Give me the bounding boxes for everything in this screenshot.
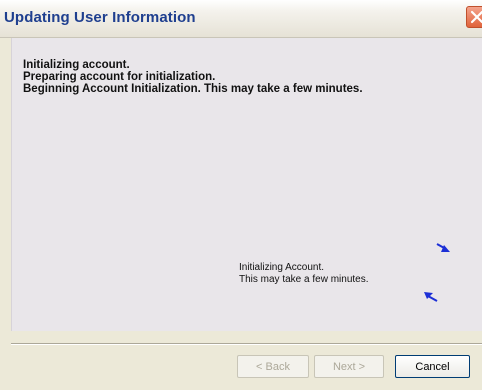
progress-panel: Initializing account. Preparing account … bbox=[11, 38, 482, 331]
next-button[interactable]: Next > bbox=[314, 355, 384, 378]
cancel-button[interactable]: Cancel bbox=[395, 355, 470, 378]
dialog-window: Updating User Information Initializing a… bbox=[0, 0, 482, 390]
status-text: Initializing Account. bbox=[239, 262, 325, 273]
status-text: This may take a few minutes. bbox=[239, 274, 369, 285]
close-button[interactable] bbox=[466, 6, 482, 28]
window-title: Updating User Information bbox=[4, 9, 196, 26]
separator bbox=[11, 343, 482, 345]
back-button[interactable]: < Back bbox=[237, 355, 309, 378]
message-line: Beginning Account Initialization. This m… bbox=[23, 83, 363, 95]
arrow-icon bbox=[436, 243, 450, 252]
message-line: Initializing account. bbox=[23, 59, 130, 71]
arrow-icon bbox=[424, 292, 438, 302]
message-line: Preparing account for initialization. bbox=[23, 71, 216, 83]
title-bar[interactable]: Updating User Information bbox=[0, 0, 482, 38]
close-icon bbox=[470, 10, 482, 24]
